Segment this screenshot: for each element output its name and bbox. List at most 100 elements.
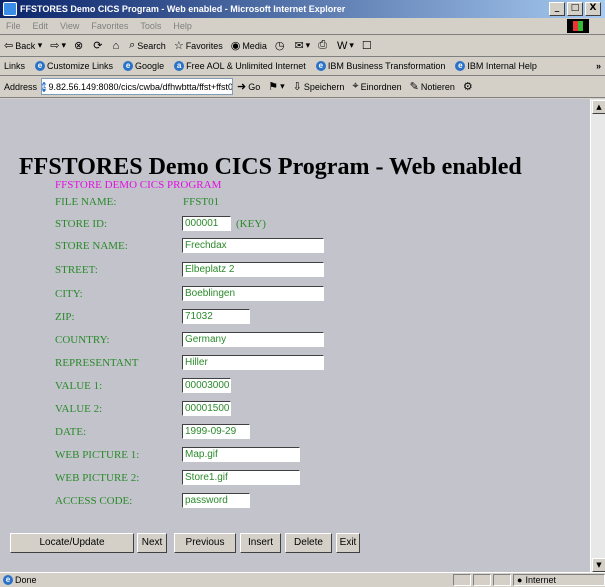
stop-button[interactable]: ⊗ bbox=[74, 39, 85, 52]
exit-button[interactable]: Exit bbox=[336, 533, 360, 553]
mail-button[interactable]: ✉ ▾ bbox=[294, 39, 310, 52]
search-icon: ⌕ bbox=[129, 39, 136, 51]
discuss-button[interactable]: ☐ bbox=[362, 39, 374, 52]
value2-label: VALUE 2: bbox=[55, 403, 103, 415]
vertical-scrollbar[interactable]: ▲ ▼ bbox=[590, 99, 605, 572]
go-button[interactable]: ➜ Go bbox=[237, 80, 260, 93]
menu-bar: File Edit View Favorites Tools Help bbox=[0, 18, 605, 35]
links-bar: Links e Customize Links e Google a Free AOL… bbox=[0, 57, 605, 76]
close-button[interactable]: X bbox=[585, 2, 601, 16]
street-label: STREET: bbox=[55, 264, 98, 276]
window-title: FFSTORES Demo CICS Program - Web enabled… bbox=[20, 4, 346, 14]
locate-update-button[interactable]: Locate/Update bbox=[10, 533, 134, 553]
media-label: Media bbox=[242, 40, 267, 51]
city-label: CITY: bbox=[55, 288, 83, 300]
addon-button[interactable]: ⚑ ▾ bbox=[268, 80, 284, 93]
link-ibm-help[interactable]: e IBM Internal Help bbox=[455, 61, 537, 71]
store-id-input[interactable]: 000001 bbox=[182, 216, 231, 231]
menu-help[interactable]: Help bbox=[173, 21, 192, 31]
minimize-button[interactable]: _ bbox=[549, 2, 565, 16]
scroll-up-icon[interactable]: ▲ bbox=[592, 100, 605, 114]
address-url: 9.82.56.149:8080/cics/cwba/dfhwbtta/ffst… bbox=[48, 81, 234, 92]
favorites-label: Favorites bbox=[185, 40, 223, 51]
link-ibm-bt[interactable]: e IBM Business Transformation bbox=[315, 61, 445, 71]
back-arrow-icon: ⇦ bbox=[4, 40, 14, 52]
window-title-bar[interactable]: FFSTORES Demo CICS Program - Web enabled… bbox=[0, 0, 605, 18]
store-name-label: STORE NAME: bbox=[55, 240, 128, 252]
store-name-input[interactable]: Frechdax bbox=[182, 238, 324, 253]
download-icon: ⇩ bbox=[292, 81, 302, 93]
ie-page-icon: e bbox=[123, 61, 134, 71]
menu-favorites[interactable]: Favorites bbox=[91, 21, 128, 31]
speichern-button[interactable]: ⇩ Speichern bbox=[293, 80, 345, 93]
menu-view[interactable]: View bbox=[60, 21, 79, 31]
favorites-icon: ☆ bbox=[173, 40, 184, 52]
date-input[interactable]: 1999-09-29 bbox=[182, 424, 250, 439]
menu-edit[interactable]: Edit bbox=[33, 21, 49, 31]
access-code-input[interactable]: password bbox=[182, 493, 250, 508]
address-bar: Address e 9.82.56.149:8080/cics/cwba/dfh… bbox=[0, 76, 605, 98]
organize-icon: ⌖ bbox=[352, 80, 359, 92]
link-customize[interactable]: e Customize Links bbox=[35, 61, 113, 71]
history-icon: ◷ bbox=[274, 40, 285, 52]
home-button[interactable]: ⌂ bbox=[112, 40, 121, 52]
representant-input[interactable]: Hiller bbox=[182, 355, 324, 370]
value2-input[interactable]: 00001500 bbox=[182, 401, 231, 416]
ie-page-icon: e bbox=[3, 575, 13, 585]
status-bar: e Done ● Internet bbox=[0, 572, 605, 587]
value1-input[interactable]: 00003000 bbox=[182, 378, 231, 393]
link-aol[interactable]: a Free AOL & Unlimited Internet bbox=[174, 61, 306, 71]
next-button[interactable]: Next bbox=[137, 533, 167, 553]
media-button[interactable]: ◉ Media bbox=[231, 39, 267, 52]
menu-tools[interactable]: Tools bbox=[140, 21, 161, 31]
links-more-chevron[interactable]: » bbox=[596, 61, 601, 71]
addon-icon: ⚑ bbox=[268, 81, 279, 93]
zip-input[interactable]: 71032 bbox=[182, 309, 250, 324]
windows-logo-icon bbox=[567, 19, 589, 33]
menu-file[interactable]: File bbox=[6, 21, 21, 31]
aol-icon: a bbox=[174, 61, 185, 71]
street-input[interactable]: Elbeplatz 2 bbox=[182, 262, 324, 277]
search-label: Search bbox=[137, 40, 166, 51]
go-label: Go bbox=[248, 81, 261, 92]
ie-page-icon: e bbox=[35, 61, 46, 71]
status-pane-extra bbox=[493, 574, 511, 586]
forward-button[interactable]: ⇨ ▾ bbox=[50, 39, 66, 52]
value1-label: VALUE 1: bbox=[55, 380, 103, 392]
print-icon: ⎙ bbox=[318, 39, 327, 51]
country-input[interactable]: Germany bbox=[182, 332, 324, 347]
search-button[interactable]: ⌕ Search bbox=[129, 39, 166, 52]
web-picture2-input[interactable]: Store1.gif bbox=[182, 470, 300, 485]
previous-button[interactable]: Previous bbox=[174, 533, 236, 553]
edit-button[interactable]: W ▾ bbox=[337, 40, 354, 52]
maximize-button[interactable]: □ bbox=[567, 2, 583, 16]
einordnen-button[interactable]: ⌖ Einordnen bbox=[352, 80, 401, 93]
history-button[interactable]: ◷ bbox=[275, 39, 287, 52]
city-input[interactable]: Boeblingen bbox=[182, 286, 324, 301]
delete-button[interactable]: Delete bbox=[285, 533, 332, 553]
back-button[interactable]: ⇦ Back ▾ bbox=[4, 39, 42, 52]
mail-icon: ✉ bbox=[294, 40, 304, 52]
note-icon: ✎ bbox=[409, 81, 419, 93]
scroll-down-icon[interactable]: ▼ bbox=[592, 558, 605, 572]
print-button[interactable]: ⎙ bbox=[318, 39, 329, 52]
stop-icon: ⊗ bbox=[74, 40, 84, 52]
web-picture1-input[interactable]: Map.gif bbox=[182, 447, 300, 462]
status-text: Done bbox=[15, 575, 37, 585]
ie-page-icon: e bbox=[42, 81, 47, 92]
ie-page-icon: e bbox=[455, 61, 466, 71]
address-input[interactable]: e 9.82.56.149:8080/cics/cwba/dfhwbtta/ff… bbox=[41, 78, 234, 95]
links-label: Links bbox=[4, 61, 26, 71]
extra-button[interactable]: ⚙ bbox=[463, 80, 475, 93]
notieren-button[interactable]: ✎ Notieren bbox=[410, 80, 455, 93]
notieren-label: Notieren bbox=[420, 81, 455, 92]
einordnen-label: Einordnen bbox=[360, 81, 402, 92]
insert-button[interactable]: Insert bbox=[240, 533, 281, 553]
favorites-button[interactable]: ☆ Favorites bbox=[174, 39, 223, 52]
refresh-button[interactable]: ⟳ bbox=[93, 39, 104, 52]
access-code-label: ACCESS CODE: bbox=[55, 495, 133, 507]
link-google[interactable]: e Google bbox=[123, 61, 164, 71]
ie-page-icon: e bbox=[315, 61, 326, 71]
link-customize-label: Customize Links bbox=[47, 61, 114, 71]
go-arrow-icon: ➜ bbox=[237, 81, 247, 93]
